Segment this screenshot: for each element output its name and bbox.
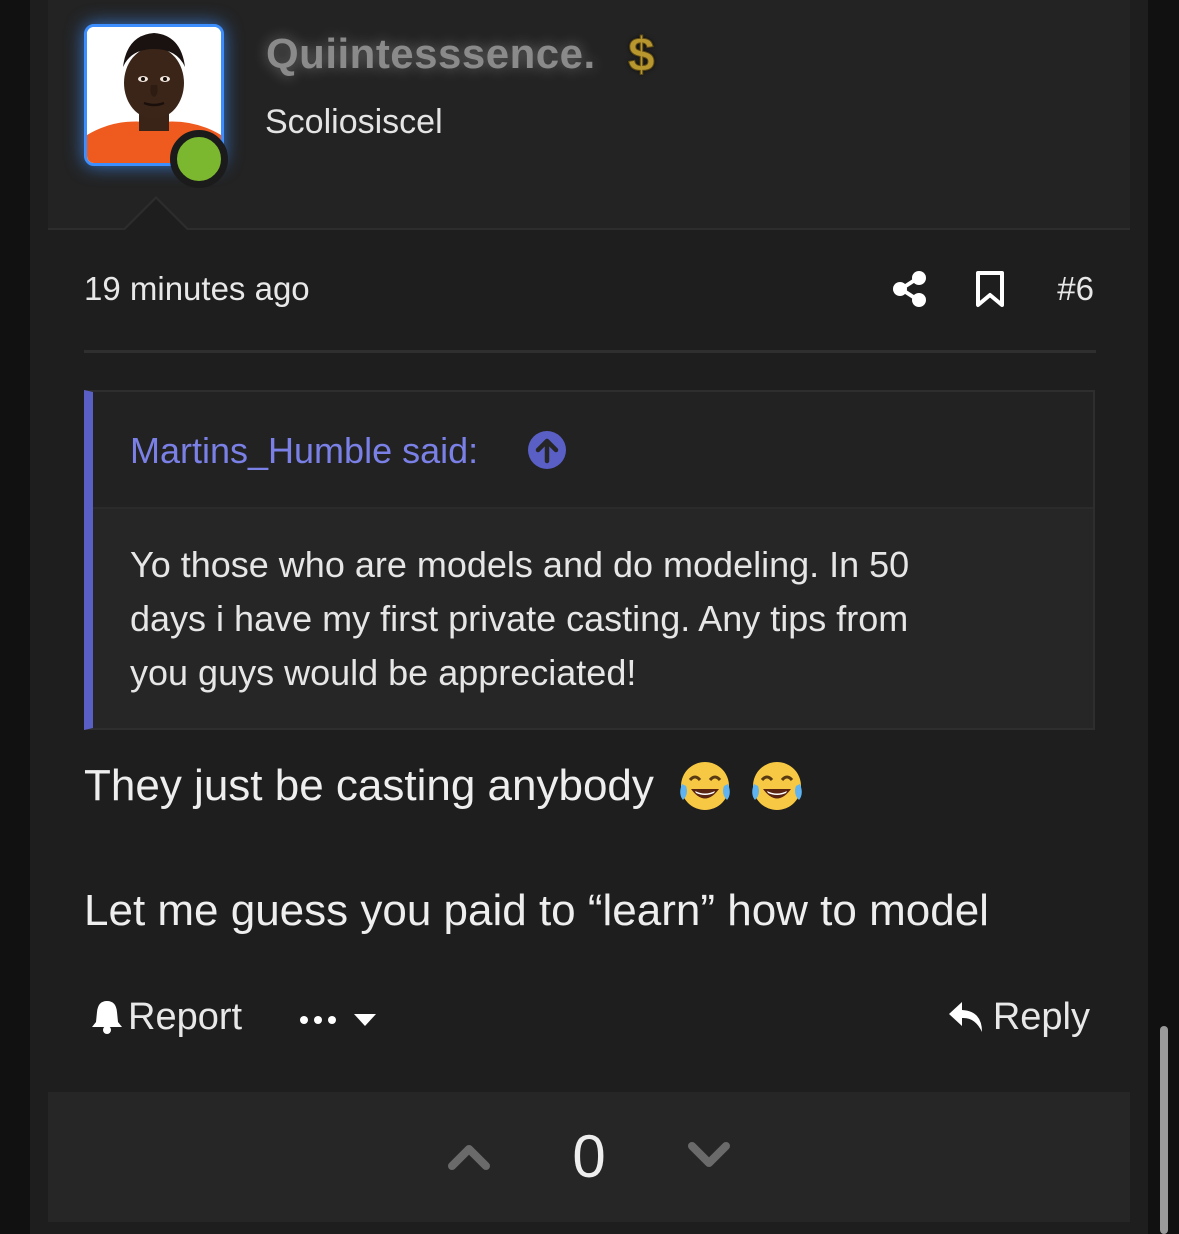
scrollbar-thumb[interactable] [1160, 1026, 1168, 1234]
username[interactable]: Quiintesssence. [266, 30, 596, 78]
user-title: Scoliosiscel [265, 103, 443, 141]
ellipsis-icon [300, 1016, 308, 1024]
quote-block: Martins_Humble said: Yo those who are mo… [84, 390, 1095, 730]
quote-header: Martins_Humble said: [93, 392, 1093, 509]
author-pointer-fill [124, 199, 188, 231]
quote-line: you guys would be appreciated! [130, 652, 637, 693]
tears-of-joy-emoji [752, 762, 803, 810]
quote-author-link[interactable]: Martins_Humble said: [130, 430, 478, 472]
reply-arrow-icon [948, 1002, 982, 1032]
post-timestamp[interactable]: 19 minutes ago [84, 270, 310, 308]
post-number-link[interactable]: #6 [1057, 270, 1094, 308]
arrow-up-circle-icon[interactable] [527, 430, 567, 475]
message-text: They just be casting anybody [84, 761, 654, 810]
upvote-button[interactable] [448, 1142, 490, 1175]
tears-of-joy-emoji [680, 762, 730, 810]
report-button[interactable]: Report [90, 996, 242, 1039]
report-label: Report [128, 996, 243, 1038]
quote-line: Yo those who are models and do modeling.… [130, 544, 910, 585]
vote-bar: 0 [48, 1092, 1130, 1222]
bell-icon [92, 1001, 122, 1034]
bookmark-icon[interactable] [974, 270, 1006, 313]
quote-text: Yo those who are models and do modeling.… [130, 538, 1030, 700]
message-line: Let me guess you paid to “learn” how to … [84, 886, 989, 935]
caret-down-icon [354, 1014, 376, 1026]
emoji-group [676, 758, 808, 825]
online-status-indicator [170, 130, 228, 188]
reply-label: Reply [992, 996, 1090, 1038]
post-actions: Report Reply [84, 994, 1096, 1050]
post-meta-row: 19 minutes ago #6 [84, 264, 1096, 316]
reply-button[interactable]: Reply [947, 996, 1090, 1039]
meta-divider [84, 350, 1096, 353]
dollar-icon: $ [628, 29, 656, 83]
message-line: They just be casting anybody [84, 758, 808, 825]
more-options-button[interactable] [298, 1008, 380, 1037]
chevron-down-icon [688, 1142, 730, 1167]
share-icon[interactable] [892, 270, 928, 313]
vote-count: 0 [572, 1123, 606, 1190]
quote-line: days i have my first private casting. An… [130, 598, 909, 639]
downvote-button[interactable] [688, 1142, 730, 1175]
chevron-up-icon [448, 1145, 490, 1170]
